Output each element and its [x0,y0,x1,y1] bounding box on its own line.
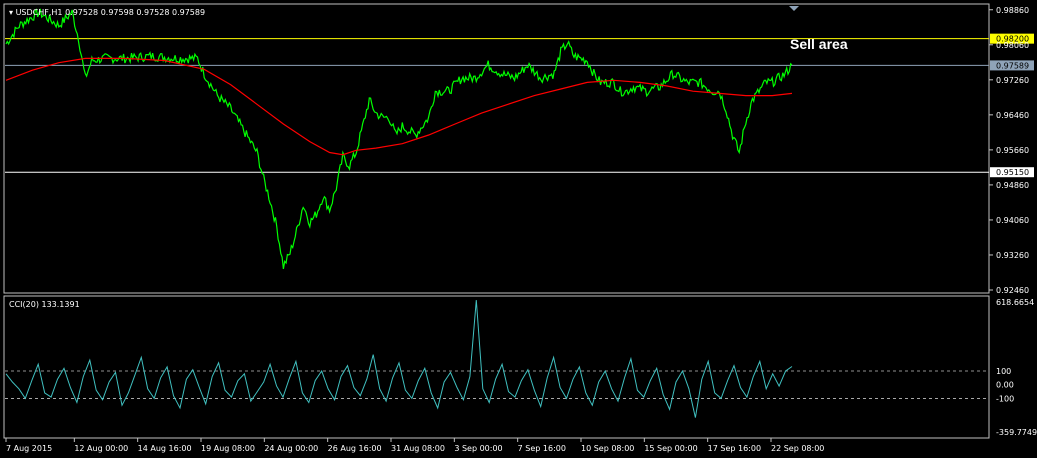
x-tick-label: 26 Aug 16:00 [328,444,382,453]
cci-y-tick-label: 618.6654 [996,298,1034,307]
x-tick-label: 7 Sep 16:00 [518,444,566,453]
x-tick-label: 15 Sep 00:00 [644,444,697,453]
price-y-tick-label: 0.96460 [996,111,1029,120]
cci-y-tick-label: 100 [996,367,1011,376]
price-y-tick-label: 0.92460 [996,286,1029,295]
x-tick-label: 31 Aug 08:00 [391,444,445,453]
x-tick-label: 7 Aug 2015 [6,444,52,453]
price-y-tick-label: 0.98860 [996,6,1029,15]
symbol-header: ▾ USDCHF,H1 0.97528 0.97598 0.97528 0.97… [9,8,205,17]
x-tick-label: 14 Aug 16:00 [138,444,192,453]
sell-area-annotation: Sell area [790,36,848,52]
x-tick-label: 22 Sep 08:00 [771,444,824,453]
trading-chart[interactable]: 0.982000.951500.97589 ▾ USDCHF,H1 0.9752… [0,0,1037,458]
price-y-tick-label: 0.95660 [996,146,1029,155]
price-y-tick-label: 0.94060 [996,216,1029,225]
price-y-tick-label: 0.93260 [996,251,1029,260]
price-y-tick-label: 0.94860 [996,181,1029,190]
cci-header: CCI(20) 133.1391 [9,300,80,309]
price-y-tick-label: 0.98060 [996,41,1029,50]
x-tick-label: 17 Sep 16:00 [708,444,761,453]
price-y-tick-label: 0.97260 [996,76,1029,85]
x-tick-label: 24 Aug 00:00 [264,444,318,453]
cci-y-tick-label: -100 [996,394,1014,403]
price-tag-label: 0.97589 [996,61,1029,70]
cci-y-tick-label: -359.7749 [996,428,1037,437]
cci-y-tick-label: 0.00 [996,381,1014,390]
price-tag-label: 0.95150 [996,168,1029,177]
x-tick-label: 10 Sep 08:00 [581,444,634,453]
x-tick-label: 12 Aug 00:00 [74,444,128,453]
x-tick-label: 3 Sep 00:00 [454,444,502,453]
x-tick-label: 19 Aug 08:00 [201,444,255,453]
